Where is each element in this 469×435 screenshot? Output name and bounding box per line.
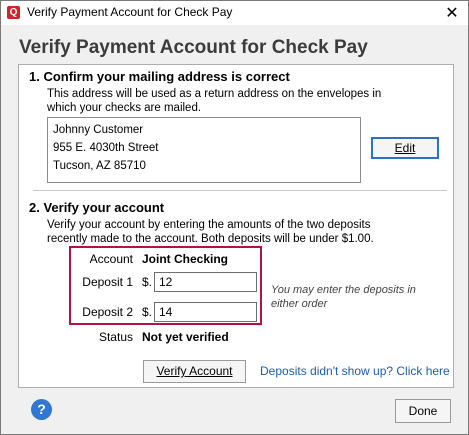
verify-account-button-label: Verify Account [156,364,233,378]
edit-button[interactable]: Edit [371,137,439,159]
verify-description-line-1: Verify your account by entering the amou… [47,219,371,231]
help-icon[interactable]: ? [31,399,52,420]
address-name: Johnny Customer [53,124,144,136]
deposit-1-label: Deposit 1 [82,275,133,289]
content-panel: 1. Confirm your mailing address is corre… [18,64,454,388]
title-bar: Q Verify Payment Account for Check Pay ✕ [1,1,468,25]
verify-account-button[interactable]: Verify Account [143,360,246,383]
address-box: Johnny Customer 955 E. 4030th Street Tuc… [47,117,361,183]
app-logo-icon: Q [7,6,20,19]
deposits-help-link[interactable]: Deposits didn't show up? Click here [260,364,450,378]
deposit-2-input[interactable] [154,302,257,322]
address-city: Tucson, AZ 85710 [53,160,146,172]
mailing-description-line-1: This address will be used as a return ad… [47,88,382,100]
deposit-1-input[interactable] [154,272,257,292]
deposit-order-hint-line-2: either order [271,298,328,310]
section-mailing-title: 1. Confirm your mailing address is corre… [29,69,290,84]
done-button-label: Done [408,404,438,418]
address-street: 955 E. 4030th Street [53,142,159,154]
deposit-2-label: Deposit 2 [82,305,133,319]
account-label: Account [89,252,133,266]
done-button[interactable]: Done [395,399,451,423]
section-divider [33,190,447,191]
deposit-order-hint: You may enter the deposits in either ord… [271,283,421,311]
status-value: Not yet verified [142,330,229,344]
account-value: Joint Checking [142,252,229,266]
deposit-2-currency: $. [142,305,153,319]
deposit-1-currency: $. [142,275,153,289]
window-title: Verify Payment Account for Check Pay [27,5,233,19]
section-verify-title: 2. Verify your account [29,200,165,215]
edit-button-label: Edit [394,141,416,155]
verify-description-line-2: recently made to the account. Both depos… [47,233,374,245]
dialog-window: Q Verify Payment Account for Check Pay ✕… [0,0,469,435]
mailing-description-line-2: which your checks are mailed. [47,102,202,114]
close-button[interactable]: ✕ [436,1,468,25]
deposit-order-hint-line-1: You may enter the deposits in [271,284,416,296]
status-label: Status [98,330,133,344]
close-icon: ✕ [445,5,459,22]
dialog-heading: Verify Payment Account for Check Pay [19,37,368,58]
